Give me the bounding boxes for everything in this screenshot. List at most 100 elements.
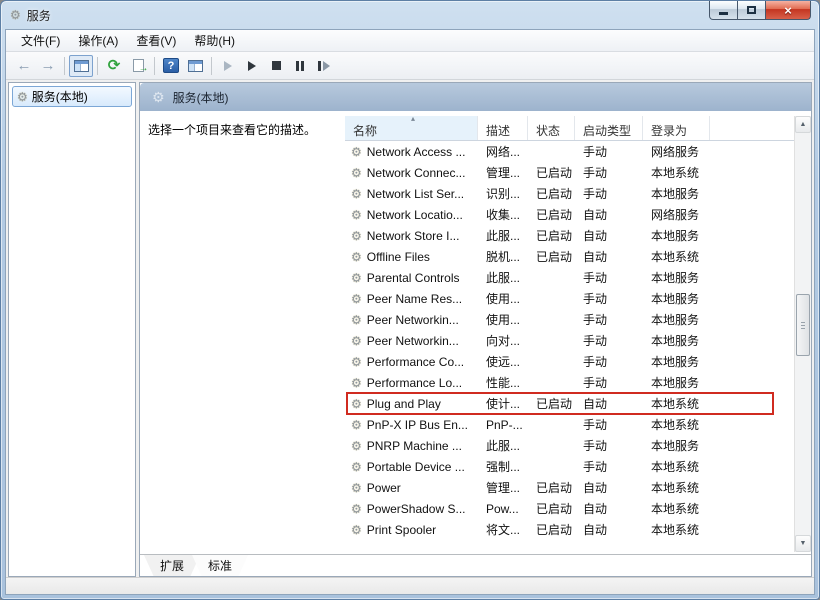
service-startup-cell: 手动 <box>583 376 608 390</box>
export-list-button[interactable] <box>126 55 150 77</box>
service-name-cell: ⚙ Network List Ser... <box>345 187 478 201</box>
gear-icon: ⚙ <box>351 207 362 222</box>
table-row[interactable]: ⚙ Power 管理... 已启动 自动 本地系统 <box>345 477 794 498</box>
service-name-text: Power <box>366 480 401 495</box>
scroll-up-button[interactable]: ▲ <box>795 116 811 133</box>
gear-icon: ⚙ <box>351 522 362 537</box>
table-row[interactable]: ⚙ PowerShadow S... Pow... 已启动 自动 本地系统 <box>345 498 794 519</box>
table-row[interactable]: ⚙ Network Store I... 此服... 已启动 自动 本地服务 <box>345 225 794 246</box>
forward-button-icon: → <box>40 57 56 74</box>
start-service-button[interactable] <box>216 55 240 77</box>
description-pane: 选择一个项目来查看它的描述。 <box>140 111 345 554</box>
table-row[interactable]: ⚙ PnP-X IP Bus En... PnP-... 手动 本地系统 <box>345 414 794 435</box>
column-header-filler <box>710 116 794 140</box>
gear-icon: ⚙ <box>351 459 362 474</box>
menu-item-3[interactable]: 帮助(H) <box>185 30 244 51</box>
service-desc-cell: 将文... <box>486 523 521 537</box>
close-button[interactable]: × <box>766 1 811 20</box>
service-name-cell: ⚙ Peer Networkin... <box>345 334 478 348</box>
service-desc-cell: 使远... <box>486 355 521 369</box>
restart-service-button[interactable] <box>312 55 336 77</box>
minimize-button[interactable] <box>709 1 738 20</box>
play-icon <box>248 60 256 71</box>
service-startup-cell: 手动 <box>583 145 608 159</box>
toolbar-separator <box>97 56 98 75</box>
service-desc-cell: 网络... <box>486 145 521 159</box>
table-row[interactable]: ⚙ Performance Co... 使远... 手动 本地服务 <box>345 351 794 372</box>
service-desc-cell: 使计... <box>486 397 521 411</box>
resume-service-button[interactable] <box>240 55 264 77</box>
column-header-1[interactable]: 描述 <box>478 116 528 140</box>
toolbar-separator <box>211 56 212 75</box>
table-row[interactable]: ⚙ Print Spooler 将文... 已启动 自动 本地系统 <box>345 519 794 540</box>
service-logon-cell: 本地系统 <box>651 460 700 474</box>
menu-item-0[interactable]: 文件(F) <box>12 30 69 51</box>
titlebar[interactable]: ⚙ 服务 × <box>1 1 819 29</box>
tab-extended[interactable]: 扩展 <box>144 555 200 577</box>
table-row[interactable]: ⚙ Network Locatio... 收集... 已启动 自动 网络服务 <box>345 204 794 225</box>
service-startup-cell: 自动 <box>583 208 608 222</box>
back-button[interactable]: ← <box>12 55 36 77</box>
service-name-text: Network List Ser... <box>366 186 465 201</box>
service-name-cell: ⚙ Performance Co... <box>345 355 478 369</box>
service-startup-cell: 手动 <box>583 355 608 369</box>
table-row[interactable]: ⚙ Peer Name Res... 使用... 手动 本地服务 <box>345 288 794 309</box>
scrollbar-track[interactable] <box>795 133 811 535</box>
table-row[interactable]: ⚙ Parental Controls 此服... 手动 本地服务 <box>345 267 794 288</box>
stop-service-button[interactable] <box>264 55 288 77</box>
service-name-cell: ⚙ Portable Device ... <box>345 460 478 474</box>
sidebar-item-services-local[interactable]: ⚙ 服务(本地) <box>12 86 132 107</box>
service-desc-cell: Pow... <box>486 501 519 516</box>
table-row[interactable]: ⚙ Network List Ser... 识别... 已启动 手动 本地服务 <box>345 183 794 204</box>
bottom-tabs: 扩展 标准 <box>140 554 811 576</box>
table-row[interactable]: ⚙ Peer Networkin... 使用... 手动 本地服务 <box>345 309 794 330</box>
service-name-text: Network Access ... <box>366 144 466 159</box>
service-logon-cell: 本地系统 <box>651 481 700 495</box>
help-button[interactable]: ? <box>159 55 183 77</box>
pause-service-button[interactable] <box>288 55 312 77</box>
forward-button[interactable]: → <box>36 55 60 77</box>
column-header-3[interactable]: 启动类型 <box>575 116 643 140</box>
maximize-button[interactable] <box>738 1 766 20</box>
gear-icon: ⚙ <box>351 417 362 432</box>
table-row[interactable]: ⚙ Network Connec... 管理... 已启动 手动 本地系统 <box>345 162 794 183</box>
column-header-0[interactable]: 名称 ▴ <box>345 114 478 140</box>
service-desc-cell: 此服... <box>486 439 521 453</box>
table-row[interactable]: ⚙ Performance Lo... 性能... 手动 本地服务 <box>345 372 794 393</box>
menu-item-2[interactable]: 查看(V) <box>127 30 185 51</box>
service-desc-cell: 管理... <box>486 481 521 495</box>
show-properties-button[interactable] <box>183 55 207 77</box>
gear-icon: ⚙ <box>351 165 362 180</box>
table-row[interactable]: ⚙ Peer Networkin... 向对... 手动 本地服务 <box>345 330 794 351</box>
column-header-4[interactable]: 登录为 <box>643 116 710 140</box>
scroll-down-button[interactable]: ▼ <box>795 535 811 552</box>
service-name-text: Plug and Play <box>366 396 441 411</box>
service-name-cell: ⚙ Power <box>345 481 478 495</box>
vertical-scrollbar[interactable]: ▲ ▼ <box>794 116 811 552</box>
service-name-cell: ⚙ Network Store I... <box>345 229 478 243</box>
service-startup-cell: 自动 <box>583 397 608 411</box>
menu-item-1[interactable]: 操作(A) <box>69 30 127 51</box>
service-name-text: PowerShadow S... <box>366 501 466 516</box>
service-name-cell: ⚙ Print Spooler <box>345 523 478 537</box>
gear-icon: ⚙ <box>17 89 28 104</box>
restart-icon <box>318 60 330 71</box>
service-desc-cell: 此服... <box>486 271 521 285</box>
show-console-tree-button[interactable] <box>69 54 93 77</box>
table-row[interactable]: ⚙ Offline Files 脱机... 已启动 自动 本地系统 <box>345 246 794 267</box>
table-row[interactable]: ⚙ Plug and Play 使计... 已启动 自动 本地系统 <box>345 392 794 415</box>
service-name-text: PNRP Machine ... <box>366 438 462 453</box>
gear-icon: ⚙ <box>351 291 362 306</box>
refresh-button[interactable]: ⟳ <box>102 55 126 77</box>
tab-standard[interactable]: 标准 <box>192 555 248 577</box>
table-row[interactable]: ⚙ PNRP Machine ... 此服... 手动 本地服务 <box>345 435 794 456</box>
minimize-icon <box>719 11 728 15</box>
service-logon-cell: 网络服务 <box>651 145 700 159</box>
service-name-text: Portable Device ... <box>366 459 465 474</box>
table-row[interactable]: ⚙ Network Access ... 网络... 手动 网络服务 <box>345 141 794 162</box>
service-logon-cell: 本地系统 <box>651 418 700 432</box>
service-name-text: Network Store I... <box>366 228 460 243</box>
table-row[interactable]: ⚙ Portable Device ... 强制... 手动 本地系统 <box>345 456 794 477</box>
column-header-2[interactable]: 状态 <box>528 116 575 140</box>
scrollbar-thumb[interactable] <box>796 293 810 356</box>
